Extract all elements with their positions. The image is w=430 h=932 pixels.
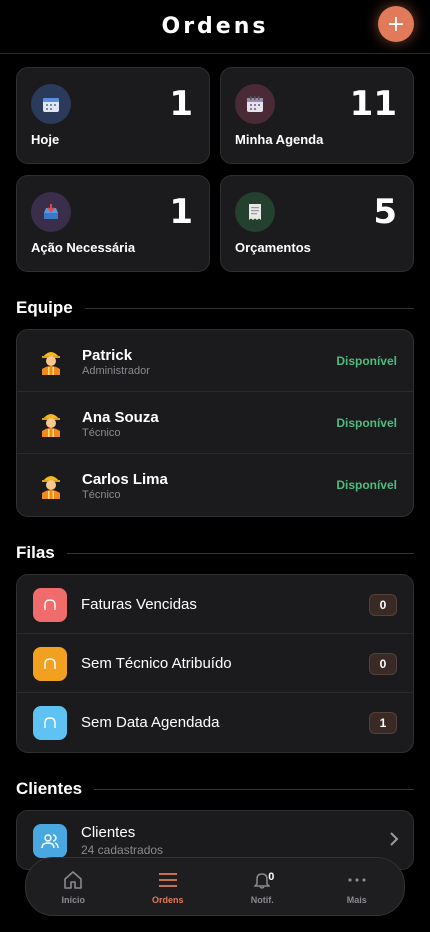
stat-value: 1 bbox=[169, 84, 193, 124]
queue-label: Sem Data Agendada bbox=[81, 714, 220, 731]
nav-item-more[interactable]: Mais bbox=[317, 869, 397, 905]
queue-list: Faturas Vencidas 0 Sem Técnico Atribuído… bbox=[16, 574, 414, 753]
queue-icon bbox=[33, 588, 67, 622]
status-badge: Disponível bbox=[336, 354, 397, 368]
stat-card-my-agenda[interactable]: 11 Minha Agenda bbox=[220, 67, 414, 164]
team-list: Patrick Administrador Disponível Ana Sou… bbox=[16, 329, 414, 517]
clients-label: Clientes bbox=[81, 824, 136, 841]
stat-card-today[interactable]: 1 Hoje bbox=[16, 67, 210, 164]
queue-label: Sem Técnico Atribuído bbox=[81, 655, 232, 672]
member-name: Ana Souza bbox=[82, 409, 159, 426]
nav-item-home[interactable]: Início bbox=[33, 869, 113, 905]
section-title: Clientes bbox=[16, 779, 83, 798]
team-member-row[interactable]: Ana Souza Técnico Disponível bbox=[17, 392, 413, 454]
stat-card-quotes[interactable]: 5 Orçamentos bbox=[220, 175, 414, 272]
calendar-icon bbox=[31, 84, 71, 124]
stat-value: 11 bbox=[349, 84, 397, 124]
queue-count-badge: 0 bbox=[369, 653, 397, 675]
queue-item-no-technician[interactable]: Sem Técnico Atribuído 0 bbox=[17, 634, 413, 693]
nav-item-orders[interactable]: Ordens bbox=[128, 869, 208, 905]
member-name: Carlos Lima bbox=[82, 471, 168, 488]
queue-count-badge: 1 bbox=[369, 712, 397, 734]
queue-count-badge: 0 bbox=[369, 594, 397, 616]
bell-icon: 0 bbox=[254, 869, 274, 891]
divider bbox=[94, 788, 414, 790]
status-badge: Disponível bbox=[336, 478, 397, 492]
member-role: Administrador bbox=[82, 365, 150, 377]
stat-card-action-needed[interactable]: 1 Ação Necessária bbox=[16, 175, 210, 272]
team-member-row[interactable]: Patrick Administrador Disponível bbox=[17, 330, 413, 392]
queues-section-header: Filas bbox=[16, 543, 414, 563]
nav-label: Notif. bbox=[250, 894, 274, 905]
menu-icon bbox=[158, 869, 178, 891]
team-section-header: Equipe bbox=[16, 298, 414, 318]
construction-worker-icon bbox=[39, 409, 63, 442]
section-title: Filas bbox=[16, 543, 55, 562]
app-header: Ordens + bbox=[0, 0, 430, 54]
construction-worker-icon bbox=[39, 347, 63, 380]
construction-worker-icon bbox=[39, 471, 63, 504]
member-name: Patrick bbox=[82, 347, 133, 364]
team-member-row[interactable]: Carlos Lima Técnico Disponível bbox=[17, 454, 413, 516]
more-icon bbox=[347, 869, 367, 891]
queue-item-no-date[interactable]: Sem Data Agendada 1 bbox=[17, 693, 413, 752]
queue-item-overdue-invoices[interactable]: Faturas Vencidas 0 bbox=[17, 575, 413, 634]
queue-icon bbox=[33, 706, 67, 740]
stat-label: Ação Necessária bbox=[31, 240, 136, 255]
section-title: Equipe bbox=[16, 298, 73, 317]
divider bbox=[84, 307, 414, 309]
notification-count: 0 bbox=[268, 870, 275, 883]
stat-value: 1 bbox=[169, 192, 193, 232]
spiral-calendar-icon bbox=[235, 84, 275, 124]
member-role: Técnico bbox=[82, 427, 121, 439]
home-icon bbox=[63, 869, 83, 891]
chevron-right-icon bbox=[389, 831, 399, 852]
nav-label: Mais bbox=[346, 894, 367, 905]
stats-grid: 1 Hoje 11 Minha Agenda 1 Ação Necessária… bbox=[16, 67, 414, 272]
nav-label: Início bbox=[61, 894, 85, 905]
stat-label: Minha Agenda bbox=[235, 132, 324, 147]
status-badge: Disponível bbox=[336, 416, 397, 430]
page-title: Ordens bbox=[161, 14, 269, 39]
nav-item-notifications[interactable]: 0 Notif. bbox=[222, 869, 302, 905]
nav-label: Ordens bbox=[151, 894, 184, 905]
stat-value: 5 bbox=[373, 192, 397, 232]
queue-label: Faturas Vencidas bbox=[81, 596, 197, 613]
add-order-button[interactable]: + bbox=[378, 6, 414, 42]
clients-count: 24 cadastrados bbox=[81, 843, 164, 857]
receipt-icon bbox=[235, 192, 275, 232]
inbox-tray-icon bbox=[31, 192, 71, 232]
users-icon bbox=[33, 824, 67, 858]
clients-section-header: Clientes bbox=[16, 779, 414, 799]
queue-icon bbox=[33, 647, 67, 681]
bottom-nav: Início Ordens 0 Notif. Mais bbox=[25, 857, 405, 916]
stat-label: Orçamentos bbox=[235, 240, 311, 255]
divider bbox=[66, 552, 414, 554]
stat-label: Hoje bbox=[31, 132, 60, 147]
member-role: Técnico bbox=[82, 489, 121, 501]
